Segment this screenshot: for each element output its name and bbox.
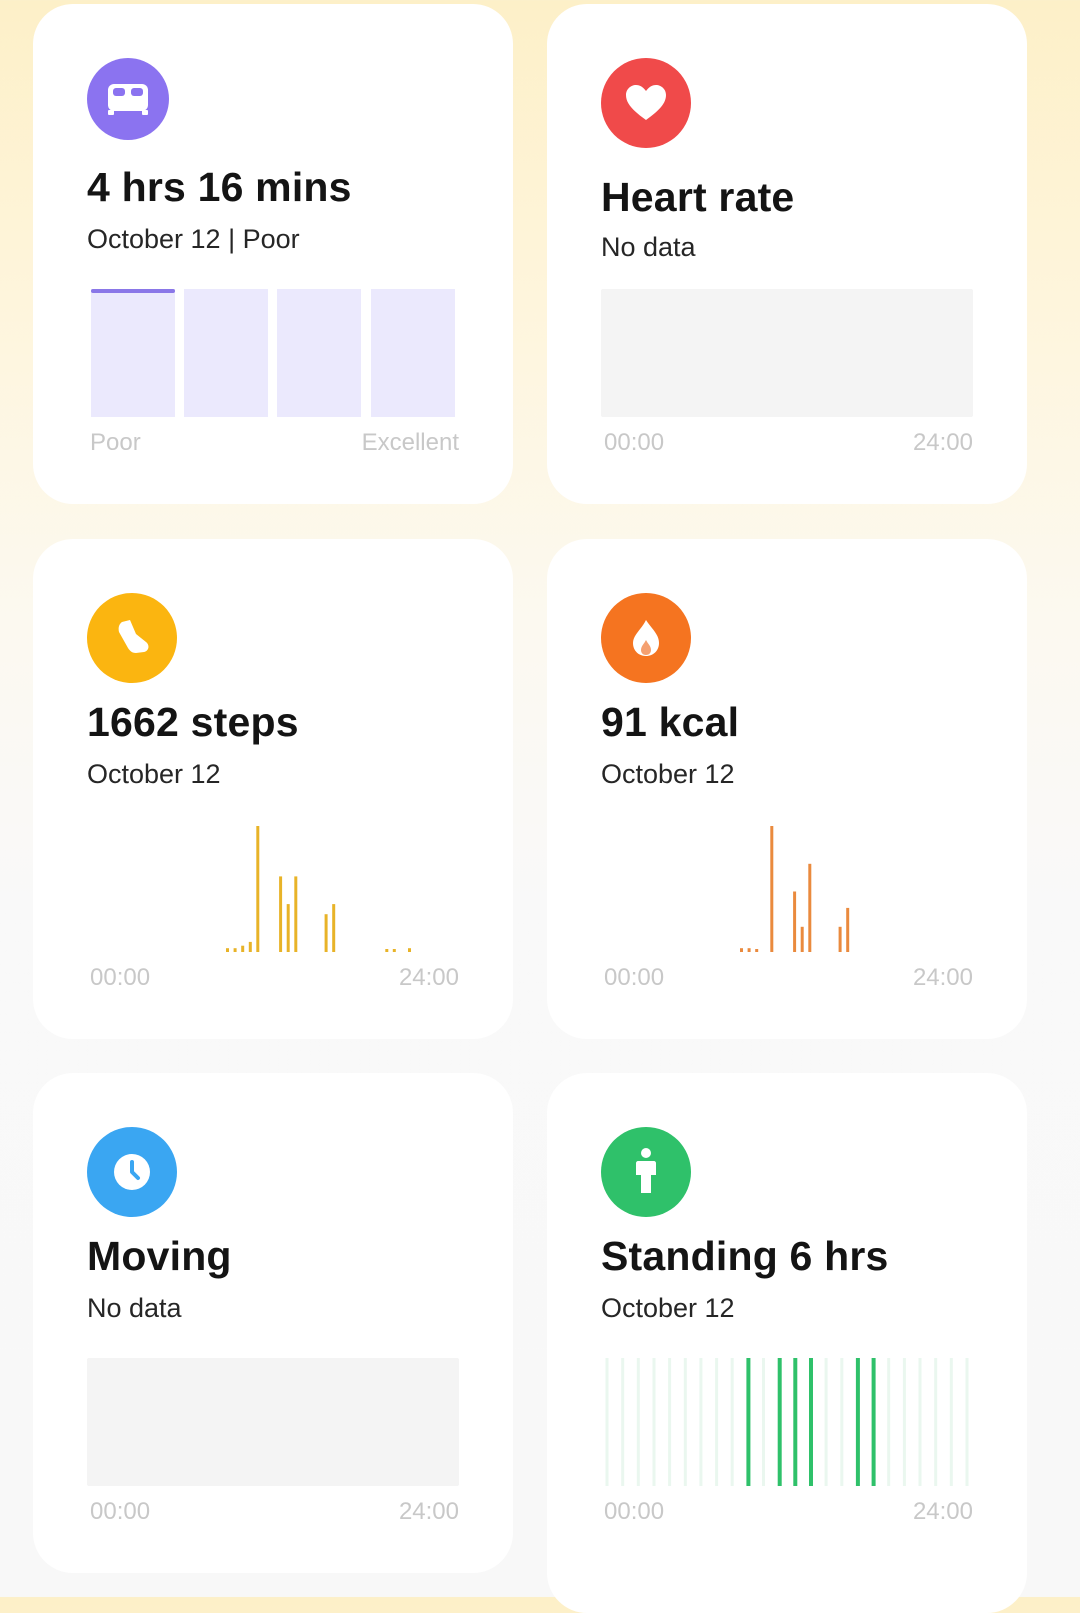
steps-card[interactable]: 1662 steps October 12 00:00 24:00 — [33, 539, 513, 1039]
calories-date: October 12 — [601, 759, 735, 789]
sleep-icon-badge — [87, 58, 169, 140]
sleep-scale-min-label: Poor — [90, 429, 141, 456]
calories-bar — [755, 949, 759, 952]
standing-chart — [605, 1358, 969, 1486]
standing-icon-badge — [601, 1127, 691, 1217]
standing-hour-active — [871, 1358, 876, 1486]
steps-bar — [241, 945, 245, 952]
steps-bar — [279, 876, 283, 952]
calories-bar — [838, 926, 842, 952]
moving-chart-empty — [87, 1358, 459, 1486]
person-standing-icon — [636, 1148, 656, 1193]
moving-axis-start: 00:00 — [90, 1498, 151, 1525]
moving-axis-end: 24:00 — [398, 1498, 459, 1525]
standing-hour-active — [809, 1358, 813, 1486]
steps-icon-badge — [87, 593, 177, 683]
standing-axis-start: 00:00 — [604, 1498, 665, 1525]
sleep-scale-segment-1 — [91, 289, 175, 417]
heart-rate-chart-empty — [601, 289, 973, 417]
standing-duration: Standing 6 hrs — [601, 1233, 889, 1279]
heart-icon — [626, 85, 666, 120]
calories-bar — [793, 891, 797, 952]
steps-bar — [408, 948, 411, 952]
steps-bar — [385, 949, 389, 952]
standing-hour-inactive — [668, 1358, 672, 1486]
standing-hour-inactive — [918, 1358, 922, 1486]
calories-axis-start: 00:00 — [604, 964, 665, 991]
calories-bar — [800, 926, 804, 952]
sleep-quality-marker — [91, 289, 175, 293]
sleep-scale-segment-3 — [277, 289, 361, 417]
moving-card[interactable]: Moving No data 00:00 24:00 — [33, 1073, 513, 1573]
standing-hour-inactive — [887, 1358, 891, 1486]
standing-axis-end: 24:00 — [912, 1498, 973, 1525]
calories-chart — [740, 826, 850, 952]
sleep-quality-scale — [87, 289, 459, 417]
calories-bar — [808, 863, 812, 952]
standing-hour-active — [746, 1358, 751, 1486]
moving-status: No data — [87, 1293, 182, 1323]
standing-hour-inactive — [621, 1358, 625, 1486]
calories-total: 91 kcal — [601, 699, 740, 745]
bed-icon — [108, 84, 148, 115]
flame-icon — [633, 620, 659, 656]
standing-hour-inactive — [730, 1358, 734, 1486]
steps-bar — [286, 904, 290, 952]
steps-bar — [392, 949, 396, 952]
moving-title: Moving — [87, 1233, 232, 1279]
standing-hour-inactive — [840, 1358, 844, 1486]
steps-bar — [233, 948, 237, 952]
heart-rate-title: Heart rate — [601, 174, 795, 220]
sleep-scale-segment-2 — [184, 289, 268, 417]
calories-bar — [846, 907, 850, 952]
steps-axis-end: 24:00 — [398, 964, 459, 991]
steps-bar — [248, 941, 252, 952]
heart-rate-card[interactable]: Heart rate No data 00:00 24:00 — [547, 4, 1027, 504]
steps-chart — [226, 826, 411, 952]
clock-icon — [114, 1154, 150, 1190]
standing-hour-inactive — [605, 1358, 609, 1486]
calories-card[interactable]: 91 kcal October 12 00:00 24:00 — [547, 539, 1027, 1039]
steps-bar — [332, 904, 336, 952]
standing-card[interactable]: Standing 6 hrs October 12 00:00 24:00 — [547, 1073, 1027, 1613]
sleep-card[interactable]: 4 hrs 16 mins October 12 | Poor Poor Exc… — [33, 4, 513, 504]
steps-count: 1662 steps — [87, 699, 299, 745]
standing-date: October 12 — [601, 1293, 735, 1323]
standing-hour-inactive — [934, 1358, 938, 1486]
calories-icon-badge — [601, 593, 691, 683]
standing-hour-active — [793, 1358, 798, 1486]
steps-bar — [294, 876, 298, 952]
heart-rate-status: No data — [601, 232, 696, 262]
shoe-icon — [118, 620, 149, 653]
standing-hour-active — [777, 1358, 782, 1486]
sleep-duration: 4 hrs 16 mins — [87, 164, 352, 210]
calories-bar — [747, 948, 751, 952]
standing-hour-inactive — [652, 1358, 656, 1486]
sleep-date-quality: October 12 | Poor — [87, 224, 300, 254]
steps-date: October 12 — [87, 759, 221, 789]
sleep-scale-max-label: Excellent — [361, 429, 459, 456]
standing-hour-inactive — [902, 1358, 906, 1486]
steps-bar — [226, 948, 229, 952]
moving-icon-badge — [87, 1127, 177, 1217]
standing-hour-inactive — [965, 1358, 969, 1486]
standing-hour-active — [855, 1358, 860, 1486]
sleep-scale-segment-4 — [371, 289, 455, 417]
heart-rate-axis-start: 00:00 — [604, 429, 665, 456]
standing-hour-inactive — [636, 1358, 640, 1486]
standing-hour-inactive — [683, 1358, 687, 1486]
standing-hour-inactive — [762, 1358, 765, 1486]
standing-hour-inactive — [949, 1358, 953, 1486]
standing-hour-inactive — [715, 1358, 719, 1486]
calories-bar — [770, 826, 774, 952]
steps-axis-start: 00:00 — [90, 964, 151, 991]
steps-bar — [324, 914, 328, 952]
heart-rate-axis-end: 24:00 — [912, 429, 973, 456]
steps-bar — [256, 826, 260, 952]
heart-icon-badge — [601, 58, 691, 148]
calories-bar — [740, 948, 743, 952]
calories-axis-end: 24:00 — [912, 964, 973, 991]
standing-hour-inactive — [699, 1358, 703, 1486]
standing-hour-inactive — [824, 1358, 828, 1486]
